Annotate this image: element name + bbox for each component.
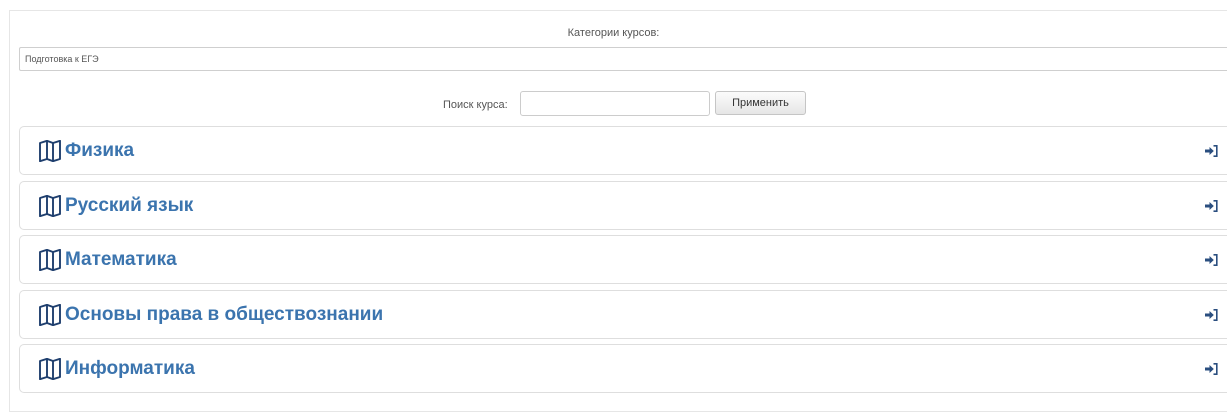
course-item-informatics: Информатика bbox=[19, 344, 1227, 393]
search-label: Поиск курса: bbox=[443, 99, 508, 111]
course-title: Математика bbox=[65, 249, 177, 270]
course-item-physics: Физика bbox=[19, 126, 1227, 175]
map-icon bbox=[39, 195, 61, 217]
course-link[interactable]: Информатика bbox=[34, 358, 195, 380]
course-link[interactable]: Математика bbox=[34, 249, 177, 271]
category-select[interactable]: Подготовка к ЕГЭ bbox=[19, 47, 1227, 71]
map-icon bbox=[39, 304, 61, 326]
course-link[interactable]: Физика bbox=[34, 140, 134, 162]
categories-label: Категории курсов: bbox=[567, 27, 660, 39]
course-item-russian: Русский язык bbox=[19, 181, 1227, 230]
course-item-law: Основы права в обществознании bbox=[19, 290, 1227, 339]
enter-icon[interactable] bbox=[1205, 145, 1218, 157]
apply-button[interactable]: Применить bbox=[715, 91, 806, 115]
map-icon bbox=[39, 358, 61, 380]
course-title: Русский язык bbox=[65, 195, 194, 216]
search-input[interactable] bbox=[520, 91, 710, 116]
course-title: Основы права в обществознании bbox=[65, 304, 384, 325]
enter-icon[interactable] bbox=[1205, 309, 1218, 321]
enter-icon[interactable] bbox=[1205, 254, 1218, 266]
course-title: Физика bbox=[65, 140, 135, 161]
course-title: Информатика bbox=[65, 358, 195, 379]
course-link[interactable]: Русский язык bbox=[34, 195, 193, 217]
map-icon bbox=[39, 249, 61, 271]
course-item-math: Математика bbox=[19, 235, 1227, 284]
map-icon bbox=[39, 140, 61, 162]
course-link[interactable]: Основы права в обществознании bbox=[34, 304, 383, 326]
enter-icon[interactable] bbox=[1205, 363, 1218, 375]
enter-icon[interactable] bbox=[1205, 200, 1218, 212]
